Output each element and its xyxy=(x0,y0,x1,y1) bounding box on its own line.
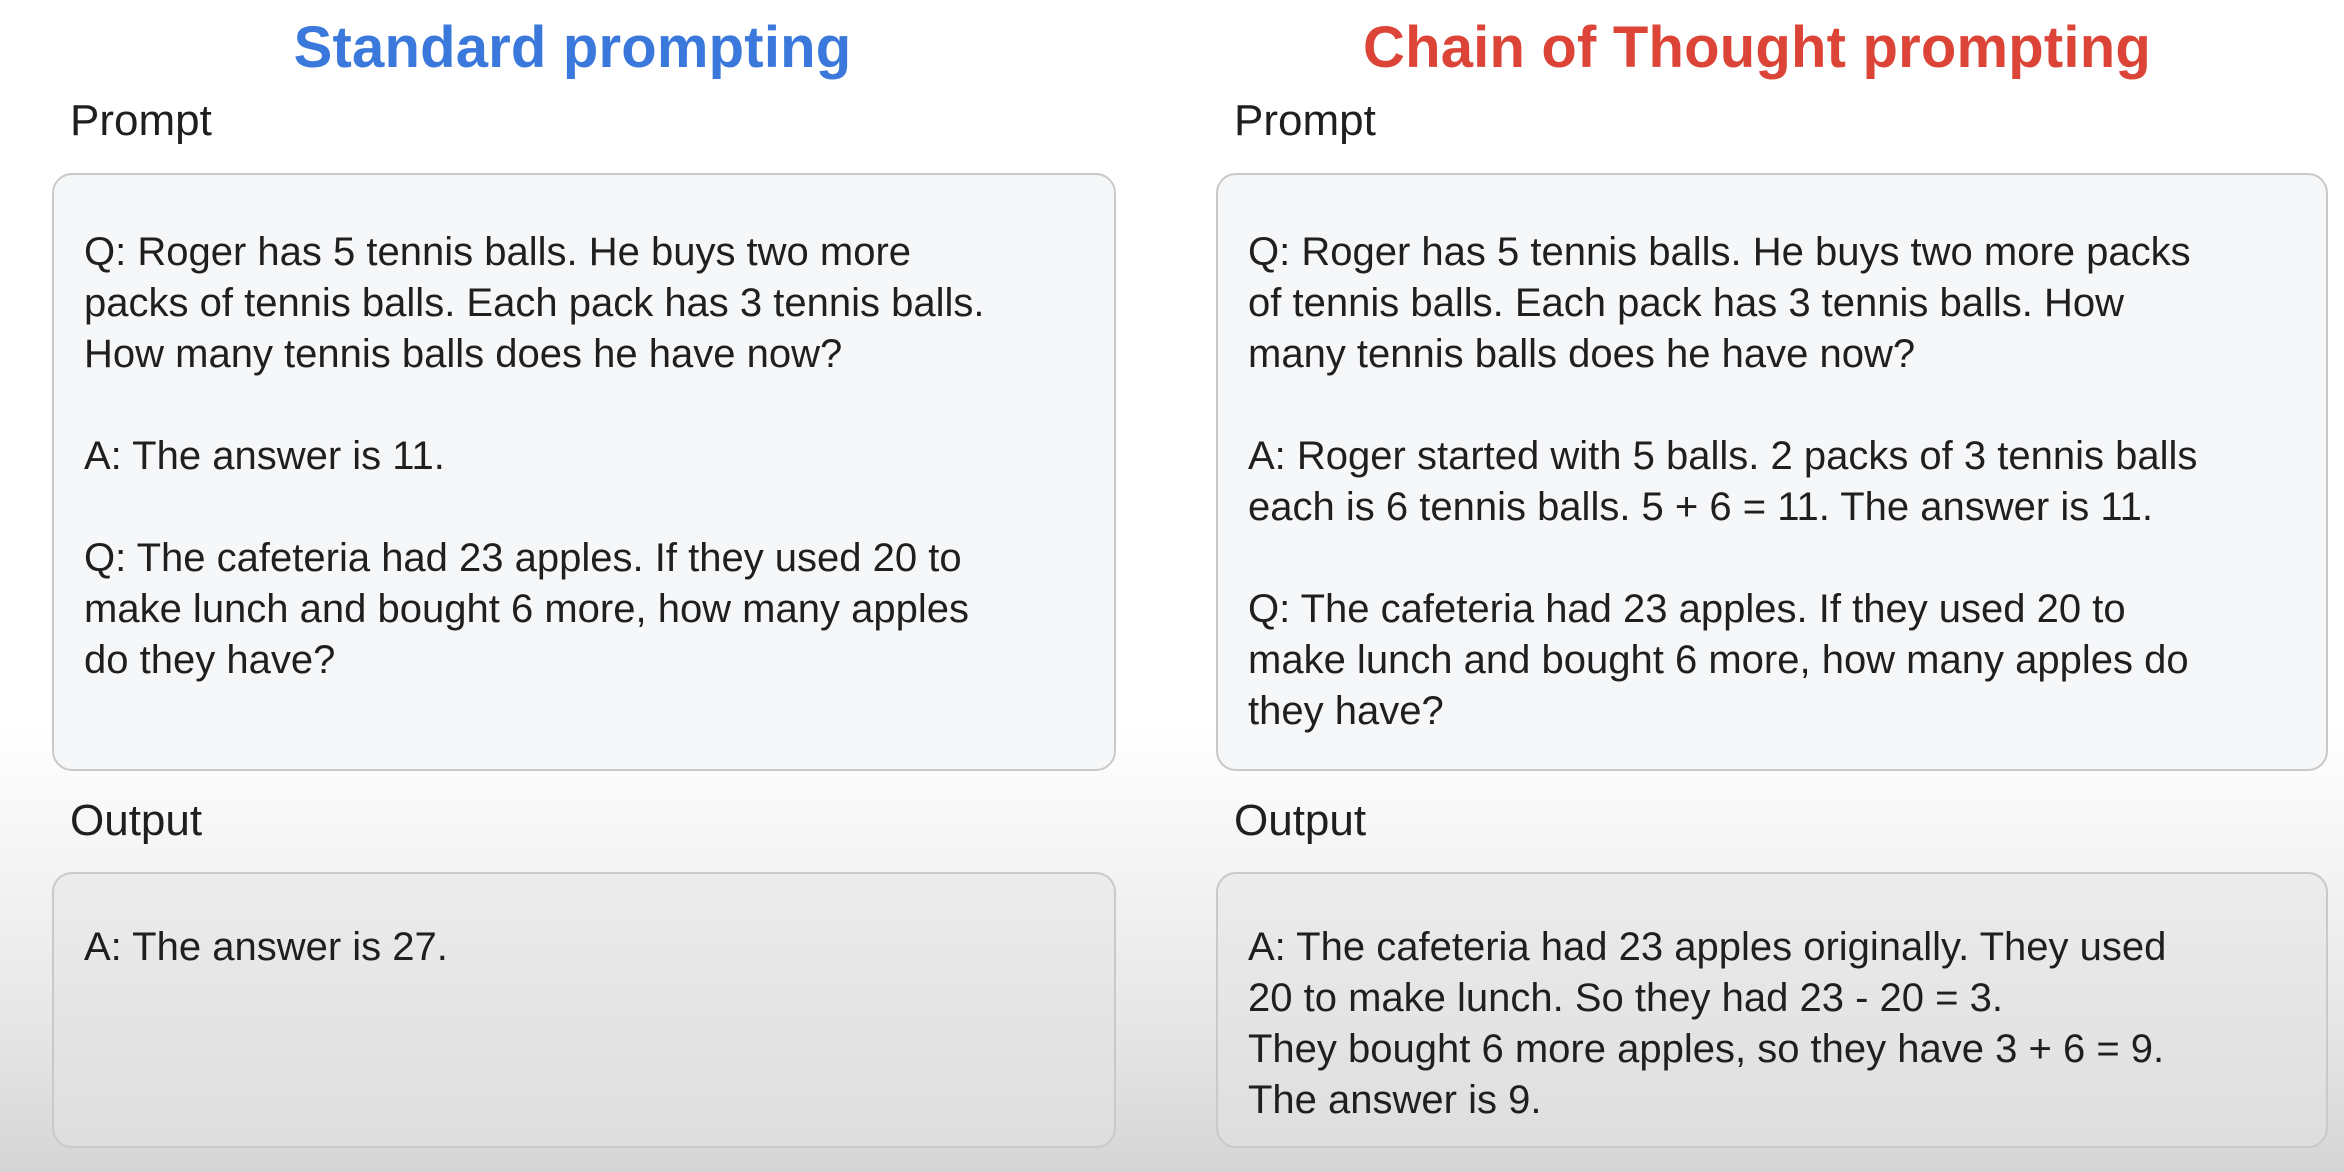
cot-prompt-question-2: Q: The cafeteria had 23 apples. If they … xyxy=(1248,587,2189,733)
standard-prompt-question-2: Q: The cafeteria had 23 apples. If they … xyxy=(84,536,969,682)
standard-prompt-box: Q: Roger has 5 tennis balls. He buys two… xyxy=(52,173,1116,771)
standard-prompt-answer-1: A: The answer is 11. xyxy=(84,434,445,478)
standard-prompt-question-1: Q: Roger has 5 tennis balls. He buys two… xyxy=(84,230,985,376)
cot-output-label: Output xyxy=(1234,796,1367,845)
cot-prompt-answer-1: A: Roger started with 5 balls. 2 packs o… xyxy=(1248,434,2198,529)
cot-prompting-title: Chain of Thought prompting xyxy=(1362,15,2151,80)
standard-output-box: A: The answer is 27. xyxy=(52,872,1116,1148)
cot-prompt-label: Prompt xyxy=(1234,96,1376,145)
cot-output-text: A: The cafeteria had 23 apples originall… xyxy=(1248,925,2167,1122)
standard-output-label: Output xyxy=(70,796,203,845)
standard-output-text: A: The answer is 27. xyxy=(84,925,448,969)
cot-prompt-question-1: Q: Roger has 5 tennis balls. He buys two… xyxy=(1248,230,2191,376)
standard-prompting-column: Standard prompting Prompt Q: Roger has 5… xyxy=(0,0,1170,1172)
cot-prompt-box: Q: Roger has 5 tennis balls. He buys two… xyxy=(1216,173,2328,771)
standard-prompt-label: Prompt xyxy=(70,96,212,145)
standard-prompting-title: Standard prompting xyxy=(293,15,852,80)
cot-output-box: A: The cafeteria had 23 apples originall… xyxy=(1216,872,2328,1148)
cot-prompting-column: Chain of Thought prompting Prompt Q: Rog… xyxy=(1170,0,2344,1172)
